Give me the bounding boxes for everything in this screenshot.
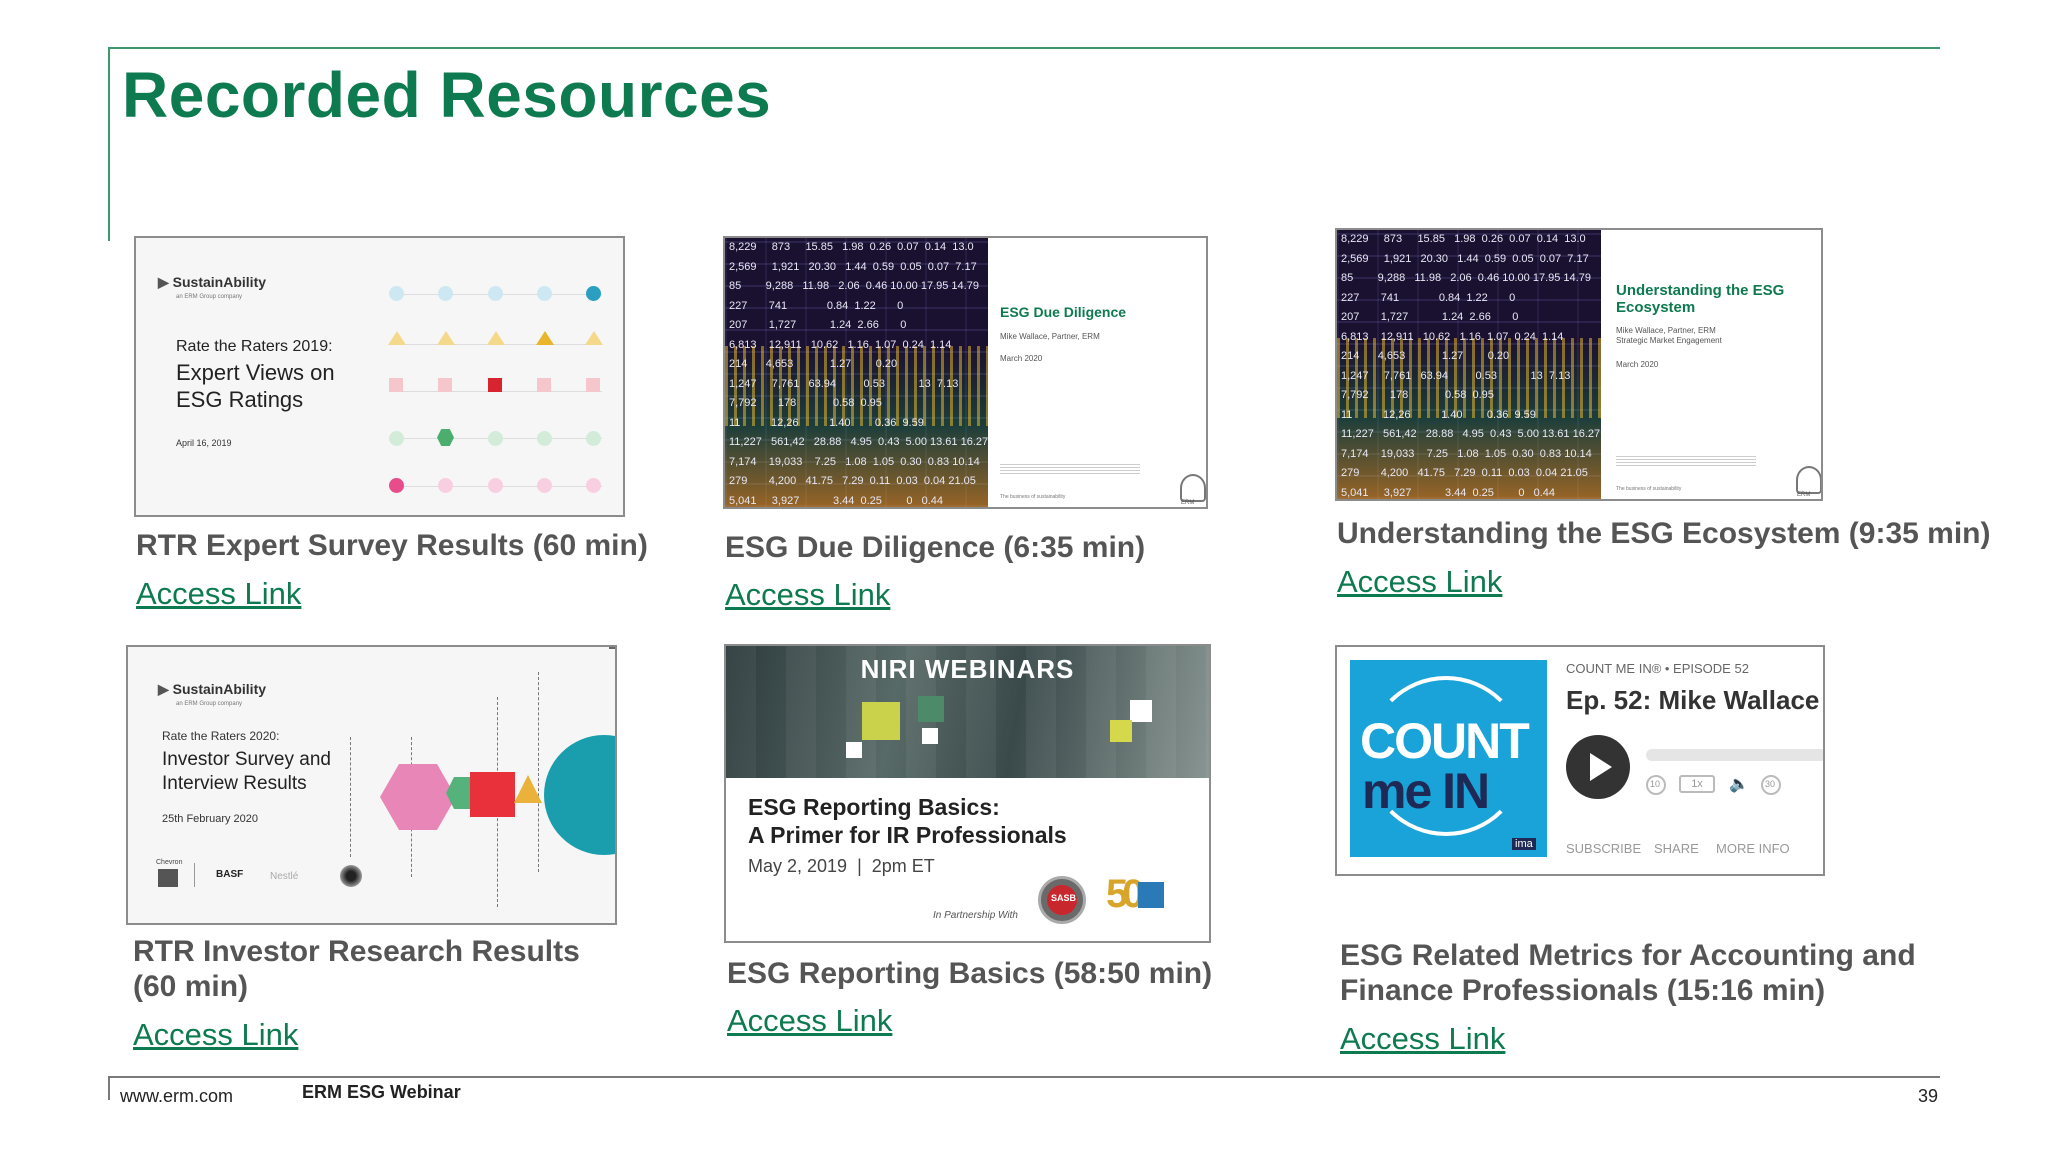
seal-logo-icon (340, 865, 362, 887)
forward-button[interactable]: 30 (1761, 775, 1781, 795)
stock-numbers: 8,229 873 15.85 1.98 0.26 0.07 0.14 13.0… (1341, 233, 1601, 499)
episode-label: COUNT ME IN® • EPISODE 52 (1566, 661, 1749, 676)
sustainability-logo: ▶ SustainAbility (158, 274, 266, 291)
fine-print (1616, 456, 1756, 466)
footer-url: www.erm.com (120, 1086, 234, 1106)
caption-esg-metrics-line2: Finance Professionals (15:16 min) (1340, 974, 1826, 1007)
fine-print (1000, 464, 1140, 474)
rewind-button[interactable]: 10 (1646, 775, 1666, 795)
basf-logo: BASF (216, 869, 244, 880)
anniversary-logo: 50 (1106, 872, 1144, 916)
volume-icon[interactable]: 🔈 (1729, 777, 1749, 793)
subscribe-link[interactable]: SUBSCRIBE (1566, 841, 1641, 856)
rewind-label: 10 (1650, 779, 1661, 789)
chevron-logo: Chevron (156, 859, 183, 866)
slide-headline-line2: Interview Results (162, 773, 307, 794)
slide-date: March 2020 (1616, 360, 1659, 369)
share-link[interactable]: SHARE (1654, 841, 1699, 856)
slide-tagline: The business of sustainability (1616, 486, 1682, 492)
brand-mark-icon: ▶ (158, 681, 169, 697)
brand-name: SustainAbility (172, 681, 267, 697)
episode-title: Ep. 52: Mike Wallace (1566, 685, 1820, 715)
sasb-logo-icon: SASB (1038, 876, 1086, 924)
progress-bar[interactable] (1646, 749, 1823, 761)
brand-mark-icon: ▶ (158, 274, 169, 290)
stock-ticker-image: 8,229 873 15.85 1.98 0.26 0.07 0.14 13.0… (725, 238, 988, 507)
header-rule (108, 47, 1940, 49)
slide-date: March 2020 (1000, 354, 1043, 363)
slide-presenter: Mike Wallace, Partner, ERM (1616, 326, 1716, 335)
slide-role: Strategic Market Engagement (1616, 336, 1722, 345)
thumbnail-esg-due-diligence[interactable]: 8,229 873 15.85 1.98 0.26 0.07 0.14 13.0… (723, 236, 1208, 509)
caption-esg-reporting-basics: ESG Reporting Basics (58:50 min) (727, 957, 1213, 990)
slide-date: 25th February 2020 (162, 813, 259, 825)
slide-title-line2: Ecosystem (1616, 299, 1696, 316)
access-link-esg-ecosystem[interactable]: Access Link (1337, 564, 1502, 600)
sasb-logo-text: SASB (1051, 893, 1077, 903)
page-title: Recorded Resources (122, 59, 772, 131)
slide-date: May 2, 2019 | 2pm ET (748, 856, 935, 876)
cover-badge: ima (1512, 838, 1536, 850)
thumbnail-esg-reporting-basics[interactable]: NIRI WEBINARS ESG Reporting Basics: A Pr… (724, 644, 1211, 943)
erm-logo-icon (1180, 474, 1206, 502)
podcast-cover-art: COUNT me IN ima (1350, 660, 1547, 857)
play-icon (1590, 753, 1612, 781)
caption-rtr-investor-research-line1: RTR Investor Research Results (133, 935, 580, 968)
erm-logo-icon (1796, 466, 1821, 494)
slide-headline-line2: ESG Ratings (176, 387, 304, 412)
brand-name: SustainAbility (172, 274, 267, 290)
footer-title: ERM ESG Webinar (302, 1082, 461, 1102)
footer-rule (108, 1076, 1940, 1078)
access-link-rtr-investor-research[interactable]: Access Link (133, 1017, 298, 1053)
slide-headline-line1: Expert Views on (176, 360, 335, 385)
chevron-icon (158, 869, 178, 887)
slide-title-line1: ESG Reporting Basics: (748, 794, 1000, 820)
play-button[interactable] (1566, 735, 1630, 799)
slide-title-line1: Understanding the ESG (1616, 282, 1785, 299)
erm-logo-text: ERM (1181, 500, 1195, 506)
caption-rtr-investor-research-line2: (60 min) (133, 970, 249, 1003)
brand-subtitle: an ERM Group company (176, 701, 243, 707)
niri-logo-icon (1138, 882, 1164, 908)
caption-esg-ecosystem: Understanding the ESG Ecosystem (9:35 mi… (1337, 517, 1991, 550)
stock-numbers: 8,229 873 15.85 1.98 0.26 0.07 0.14 13.0… (729, 241, 988, 507)
access-link-esg-reporting-basics[interactable]: Access Link (727, 1003, 892, 1039)
slide-title: ESG Due Diligence (1000, 304, 1127, 320)
footer-side-rule (108, 1076, 110, 1100)
forward-label: 30 (1765, 779, 1776, 789)
access-link-esg-metrics[interactable]: Access Link (1340, 1021, 1505, 1057)
brand-subtitle: an ERM Group company (176, 294, 243, 300)
nestle-logo: Nestlé (270, 871, 299, 882)
slide-date: April 16, 2019 (176, 438, 232, 448)
slide-tagline: The business of sustainability (1000, 494, 1066, 500)
cover-line2: me IN (1362, 763, 1490, 819)
page-number: 39 (1918, 1086, 1939, 1106)
speed-button[interactable]: 1x (1679, 775, 1715, 793)
slide-kicker: Rate the Raters 2019: (176, 338, 333, 355)
sustainability-logo: ▶ SustainAbility (158, 681, 266, 698)
header-side-rule (108, 47, 110, 241)
slide-presenter: Mike Wallace, Partner, ERM (1000, 332, 1100, 341)
caption-rtr-expert-survey: RTR Expert Survey Results (60 min) (136, 529, 648, 562)
access-link-esg-due-diligence[interactable]: Access Link (725, 577, 890, 613)
thumbnail-rtr-investor-research[interactable]: ▶ SustainAbility an ERM Group company Ra… (126, 645, 617, 925)
more-info-link[interactable]: MORE INFO (1716, 841, 1790, 856)
stock-ticker-image: 8,229 873 15.85 1.98 0.26 0.07 0.14 13.0… (1337, 230, 1601, 499)
thumbnail-rtr-expert-survey[interactable]: ▶ SustainAbility an ERM Group company Ra… (134, 236, 625, 517)
slide-title-line2: A Primer for IR Professionals (748, 822, 1067, 848)
slide-kicker: Rate the Raters 2020: (162, 729, 280, 743)
access-link-rtr-expert-survey[interactable]: Access Link (136, 576, 301, 612)
slide-headline-line1: Investor Survey and (162, 749, 331, 770)
erm-logo-text: ERM (1797, 492, 1811, 498)
banner-title: NIRI WEBINARS (860, 654, 1075, 684)
caption-esg-due-diligence: ESG Due Diligence (6:35 min) (725, 531, 1146, 564)
thumbnail-esg-ecosystem[interactable]: 8,229 873 15.85 1.98 0.26 0.07 0.14 13.0… (1335, 228, 1823, 501)
partner-label: In Partnership With (933, 910, 1018, 921)
caption-esg-metrics-line1: ESG Related Metrics for Accounting and (1340, 939, 1916, 972)
thumbnail-count-me-in-podcast[interactable]: COUNT me IN ima COUNT ME IN® • EPISODE 5… (1335, 645, 1825, 876)
